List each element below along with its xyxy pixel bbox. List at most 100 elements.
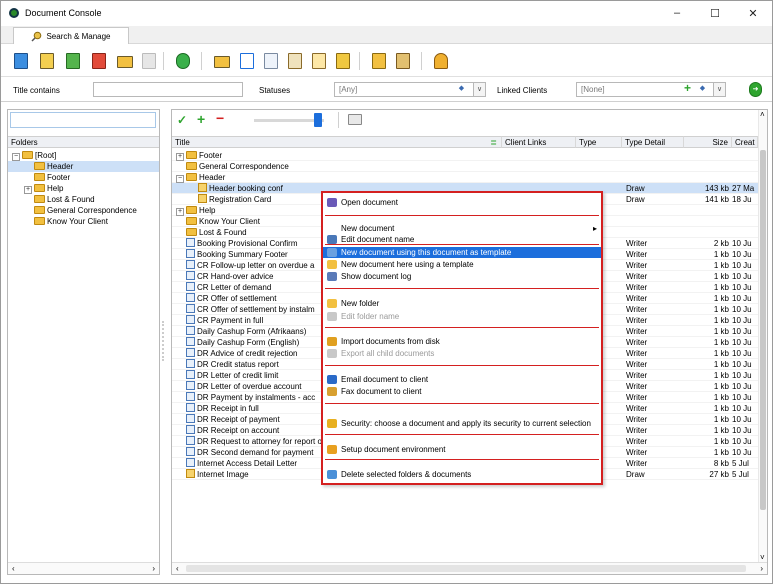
- col-header-created[interactable]: Creat: [732, 136, 758, 148]
- menu-item-import-documents-from-disk[interactable]: Import documents from disk: [323, 336, 601, 347]
- edit-doc-icon[interactable]: [309, 51, 329, 71]
- scroll-right-icon[interactable]: ›: [760, 564, 763, 573]
- folder-tree-item[interactable]: Know Your Client: [8, 216, 159, 227]
- refresh-icon[interactable]: [173, 51, 193, 71]
- cell-created: 5 Jul: [732, 459, 749, 468]
- menu-item-new-folder[interactable]: New folder: [323, 298, 601, 309]
- cell-size: 1 kb: [713, 327, 729, 336]
- folders-search-box[interactable]: [10, 112, 156, 128]
- close-button[interactable]: ✕: [734, 1, 772, 25]
- open-icon: [327, 198, 337, 207]
- table-row[interactable]: − Header: [172, 172, 758, 183]
- collapse-icon[interactable]: −: [176, 175, 184, 183]
- print-icon[interactable]: [348, 114, 362, 125]
- go-icon[interactable]: ➜: [749, 82, 762, 97]
- col-header-client-links[interactable]: Client Links: [502, 136, 576, 148]
- expand-icon[interactable]: +: [24, 186, 32, 194]
- cell-created: 10 Ju: [732, 415, 752, 424]
- cell-created: 10 Ju: [732, 250, 752, 259]
- export-icon[interactable]: [369, 51, 389, 71]
- scroll-left-icon[interactable]: ‹: [12, 564, 15, 573]
- doc-green-icon[interactable]: [63, 51, 83, 71]
- documents-v-scrollbar[interactable]: ˄ ˅: [758, 110, 767, 562]
- menu-item-open-document[interactable]: Open document: [323, 197, 601, 208]
- cell-type-detail: Writer: [626, 305, 648, 314]
- paste-icon[interactable]: [285, 51, 305, 71]
- tab-search-manage[interactable]: Search & Manage: [13, 27, 129, 44]
- h-scroll-thumb[interactable]: [186, 565, 746, 572]
- expand-icon[interactable]: +: [176, 208, 184, 216]
- table-row[interactable]: General Correspondence: [172, 161, 758, 172]
- col-header-type[interactable]: Type: [576, 136, 622, 148]
- fax-icon[interactable]: [393, 51, 413, 71]
- row-title: General Correspondence: [199, 162, 289, 171]
- cell-created: 10 Ju: [732, 305, 752, 314]
- tab-label: Search & Manage: [46, 31, 111, 41]
- cell-created: 5 Jul: [732, 470, 749, 479]
- folder-tree-item[interactable]: General Correspondence: [8, 205, 159, 216]
- folders-h-scrollbar[interactable]: ‹ ›: [8, 562, 159, 574]
- clear-client-icon[interactable]: ◆: [696, 82, 709, 97]
- add-client-icon[interactable]: +: [681, 82, 694, 97]
- check-icon[interactable]: ✓: [177, 113, 187, 127]
- template-icon: [327, 248, 337, 257]
- row-title: Booking Summary Footer: [197, 250, 288, 259]
- cell-type-detail: Writer: [626, 349, 648, 358]
- cell-size: 1 kb: [713, 371, 729, 380]
- column-sort-icon[interactable]: ≣: [490, 137, 497, 148]
- menu-item-security-choose-a-document-and-apply-its[interactable]: Security: choose a document and apply it…: [323, 418, 601, 429]
- statuses-dropdown-icon[interactable]: ∨: [473, 82, 486, 97]
- cell-type-detail: Draw: [626, 184, 645, 193]
- col-header-size[interactable]: Size: [684, 136, 732, 148]
- scroll-right-icon[interactable]: ›: [152, 564, 155, 573]
- folder-tree-item[interactable]: − [Root]: [8, 150, 159, 161]
- remove-icon[interactable]: −: [216, 110, 224, 126]
- expand-icon[interactable]: +: [176, 153, 184, 161]
- menu-item-email-document-to-client[interactable]: Email document to client: [323, 374, 601, 385]
- add-icon[interactable]: +: [197, 111, 205, 127]
- clients-dropdown-icon[interactable]: ∨: [713, 82, 726, 97]
- col-title-label: Title: [175, 138, 190, 147]
- open-folder-icon[interactable]: [114, 51, 134, 71]
- documents-h-scrollbar[interactable]: ‹ ›: [172, 562, 767, 574]
- col-header-type-detail[interactable]: Type Detail: [622, 136, 684, 148]
- scroll-thumb[interactable]: [760, 150, 766, 510]
- scroll-down-icon[interactable]: ˅: [760, 553, 765, 562]
- menu-item-delete-selected-folders-documents[interactable]: Delete selected folders & documents: [323, 469, 601, 480]
- menu-item-show-document-log[interactable]: Show document log: [323, 271, 601, 282]
- title-contains-input[interactable]: [93, 82, 243, 97]
- splitter-handle[interactable]: [162, 321, 166, 361]
- columns-icon[interactable]: [237, 51, 257, 71]
- menu-item-new-document-here-using-a-template[interactable]: New document here using a template: [323, 259, 601, 270]
- setup-icon[interactable]: [431, 51, 451, 71]
- menu-item-export-all-child-documents[interactable]: Export all child documents: [323, 348, 601, 359]
- folder-tree-item[interactable]: Footer: [8, 172, 159, 183]
- folder-tree-item[interactable]: Lost & Found: [8, 194, 159, 205]
- collapse-icon[interactable]: −: [12, 153, 20, 161]
- menu-item-new-document-using-this-document-as-temp[interactable]: New document using this document as temp…: [323, 247, 601, 258]
- menu-item-fax-document-to-client[interactable]: Fax document to client: [323, 386, 601, 397]
- menu-separator: [325, 327, 599, 328]
- stamp-icon[interactable]: [333, 51, 353, 71]
- zoom-slider-knob[interactable]: [314, 113, 322, 127]
- folder-tree-item[interactable]: + Help: [8, 183, 159, 194]
- minimize-button[interactable]: –: [658, 1, 696, 25]
- scroll-up-icon[interactable]: ˄: [760, 110, 765, 119]
- col-header-title[interactable]: Title ≣: [172, 136, 502, 148]
- maximize-button[interactable]: ☐: [696, 1, 734, 25]
- menu-item-edit-folder-name[interactable]: Edit folder name: [323, 311, 601, 322]
- linked-clients-label: Linked Clients: [497, 86, 548, 95]
- copy-icon[interactable]: [261, 51, 281, 71]
- doc-yellow-icon[interactable]: [37, 51, 57, 71]
- menu-item-setup-document-environment[interactable]: Setup document environment: [323, 444, 601, 455]
- doc-red-icon[interactable]: [89, 51, 109, 71]
- table-row[interactable]: + Footer: [172, 150, 758, 161]
- new-folder-icon[interactable]: [211, 51, 231, 71]
- scroll-left-icon[interactable]: ‹: [176, 564, 179, 573]
- doc-blue-icon[interactable]: [11, 51, 31, 71]
- cell-type-detail: [626, 150, 684, 161]
- row-title: CR Letter of demand: [197, 283, 272, 292]
- folder-tree-item[interactable]: Header: [8, 161, 159, 172]
- eraser-icon[interactable]: ◆: [455, 82, 468, 97]
- menu-item-new-document[interactable]: New document ▸: [323, 223, 601, 234]
